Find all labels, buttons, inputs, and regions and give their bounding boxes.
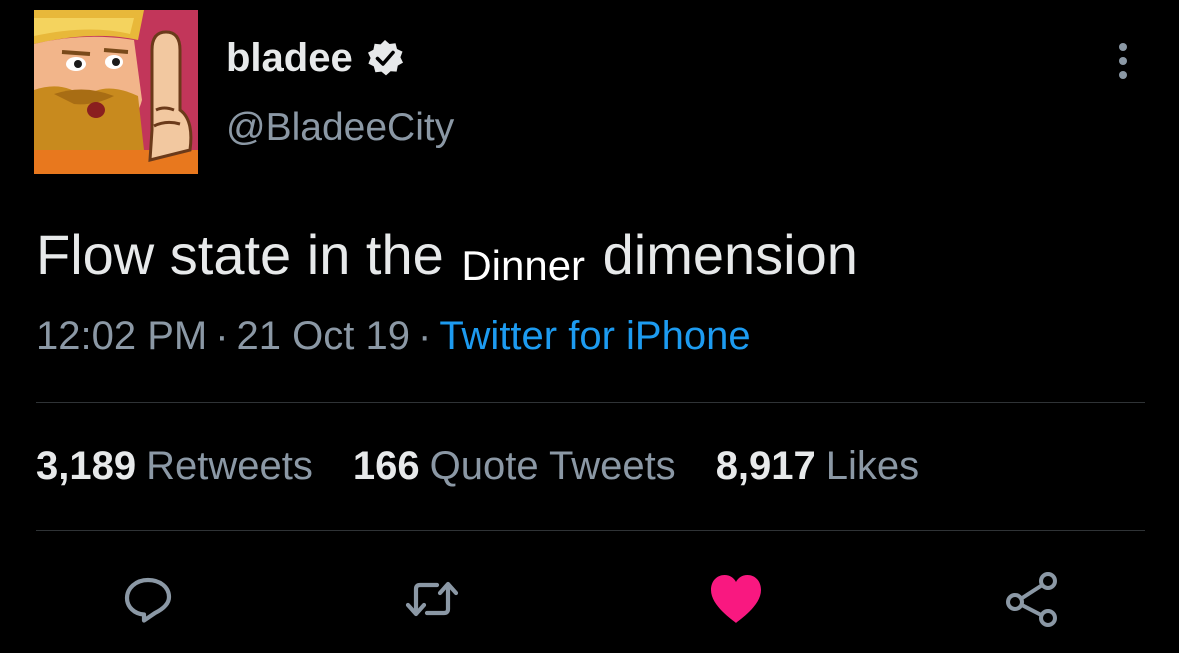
- tweet-text-start: Flow state in the: [36, 223, 444, 286]
- quotes-label: Quote Tweets: [429, 444, 676, 488]
- likes-label: Likes: [825, 444, 920, 488]
- meta-separator: ·: [215, 314, 229, 358]
- author-name-row[interactable]: bladee: [226, 30, 405, 86]
- retweets-stat[interactable]: 3,189 Retweets: [36, 444, 313, 489]
- likes-count: 8,917: [715, 444, 816, 488]
- tweet-text-end: dimension: [602, 223, 858, 286]
- tweet-time[interactable]: 12:02 PM: [36, 314, 207, 358]
- tweet-date[interactable]: 21 Oct 19: [237, 314, 410, 358]
- quotes-stat[interactable]: 166 Quote Tweets: [353, 444, 676, 489]
- like-button[interactable]: [707, 570, 765, 628]
- retweets-count: 3,189: [36, 444, 137, 488]
- cartoon-bearded-man-avatar: [34, 10, 198, 174]
- divider: [36, 402, 1145, 403]
- divider: [36, 530, 1145, 531]
- likes-stat[interactable]: 8,917 Likes: [716, 444, 920, 489]
- author-handle[interactable]: @BladeeCity: [226, 106, 454, 150]
- tweet-source-link[interactable]: Twitter for iPhone: [439, 314, 750, 358]
- tweet-stats: 3,189 Retweets 166 Quote Tweets 8,917 Likes: [36, 444, 919, 489]
- reply-icon: [124, 577, 172, 623]
- like-icon: [711, 575, 761, 623]
- meta-separator: ·: [417, 314, 432, 358]
- retweets-label: Retweets: [146, 444, 313, 488]
- more-options-icon[interactable]: [1110, 40, 1136, 82]
- verified-badge-icon: [365, 38, 405, 78]
- display-name[interactable]: bladee: [226, 36, 353, 81]
- retweet-icon: [405, 581, 459, 617]
- reply-button[interactable]: [119, 570, 177, 628]
- tweet-text: Flow state in the Dinner dimension: [36, 220, 858, 301]
- retweet-button[interactable]: [403, 570, 461, 628]
- share-button[interactable]: [1003, 570, 1061, 628]
- avatar[interactable]: [34, 10, 198, 174]
- quotes-count: 166: [352, 444, 420, 488]
- tweet-text-inserted-word: Dinner: [461, 242, 586, 289]
- tweet-meta: 12:02 PM · 21 Oct 19 · Twitter for iPhone: [36, 314, 751, 359]
- share-icon: [1006, 572, 1057, 627]
